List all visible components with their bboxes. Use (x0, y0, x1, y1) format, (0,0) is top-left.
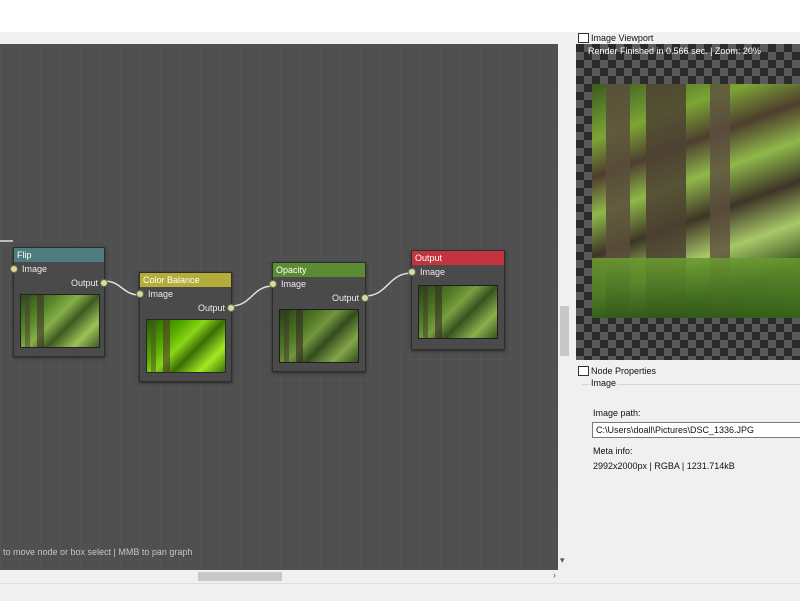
image-viewport-title: Image Viewport (591, 33, 654, 43)
color-balance-input-row: Image (136, 287, 231, 301)
flip-node-header[interactable]: Flip (14, 248, 104, 262)
grid-icon (578, 366, 589, 376)
scroll-right-arrow-icon[interactable]: › (553, 570, 556, 580)
graph-vertical-scrollbar[interactable]: ▾ (558, 44, 571, 570)
opacity-output-row: Output (273, 291, 369, 305)
rendered-image (592, 84, 800, 318)
vertical-scroll-thumb[interactable] (560, 306, 569, 356)
flip-input-port[interactable] (10, 265, 18, 273)
node-graph-canvas[interactable]: Flip Image Output Color Balance Image Ou… (0, 44, 558, 570)
opacity-preview-thumbnail (279, 309, 359, 363)
node-properties-title: Node Properties (591, 366, 657, 376)
grass-shape (592, 258, 800, 318)
meta-info-label: Meta info: (593, 446, 633, 456)
output-node-header[interactable]: Output (412, 251, 504, 265)
output-input-row: Image (408, 265, 504, 279)
connection-opacity-output (364, 272, 413, 297)
opacity-output-port[interactable] (361, 294, 369, 302)
status-bar (0, 583, 800, 601)
color-balance-output-port[interactable] (227, 304, 235, 312)
flip-output-label: Output (70, 278, 98, 288)
node-properties-panel: Image Image path: C:\Users\doall\Picture… (576, 376, 800, 583)
color-balance-preview-thumbnail (146, 319, 226, 373)
output-input-port[interactable] (408, 268, 416, 276)
title-bar (0, 0, 800, 32)
image-group-label: Image (590, 378, 618, 388)
scroll-down-arrow-icon[interactable]: ▾ (560, 555, 565, 566)
connection-flip-colorbalance (103, 280, 141, 296)
graph-hint-text: to move node or box select | MMB to pan … (3, 547, 193, 557)
graph-horizontal-scrollbar[interactable]: › (0, 570, 558, 583)
image-icon (578, 33, 589, 43)
flip-output-port[interactable] (100, 279, 108, 287)
opacity-input-port[interactable] (269, 280, 277, 288)
opacity-node[interactable]: Opacity Image Output (269, 262, 369, 372)
output-node[interactable]: Output Image (408, 250, 505, 350)
color-balance-output-row: Output (140, 301, 235, 315)
color-balance-input-label: Image (148, 289, 174, 299)
horizontal-scroll-thumb[interactable] (198, 572, 282, 581)
render-info-text: Render Finished in 0.566 sec. | Zoom: 20… (588, 46, 761, 56)
opacity-input-label: Image (281, 279, 307, 289)
opacity-input-row: Image (269, 277, 365, 291)
flip-output-row: Output (14, 276, 108, 290)
connection-colorbalance-opacity (230, 285, 274, 307)
color-balance-node-header[interactable]: Color Balance (140, 273, 231, 287)
flip-node[interactable]: Flip Image Output (10, 247, 108, 357)
color-balance-input-port[interactable] (136, 290, 144, 298)
color-balance-output-label: Output (197, 303, 225, 313)
flip-preview-thumbnail (20, 294, 100, 348)
color-balance-node[interactable]: Color Balance Image Output (136, 272, 235, 382)
image-viewport[interactable]: Render Finished in 0.566 sec. | Zoom: 20… (576, 44, 800, 360)
graph-top-margin (0, 32, 570, 44)
image-path-field[interactable]: C:\Users\doall\Pictures\DSC_1336.JPG (592, 422, 800, 438)
flip-input-label: Image (22, 264, 48, 274)
meta-info-value: 2992x2000px | RGBA | 1231.714kB (593, 461, 735, 471)
opacity-output-label: Output (331, 293, 359, 303)
image-path-label: Image path: (593, 408, 641, 418)
flip-input-row: Image (10, 262, 104, 276)
output-preview-thumbnail (418, 285, 498, 339)
output-input-label: Image (420, 267, 446, 277)
opacity-node-header[interactable]: Opacity (273, 263, 365, 277)
